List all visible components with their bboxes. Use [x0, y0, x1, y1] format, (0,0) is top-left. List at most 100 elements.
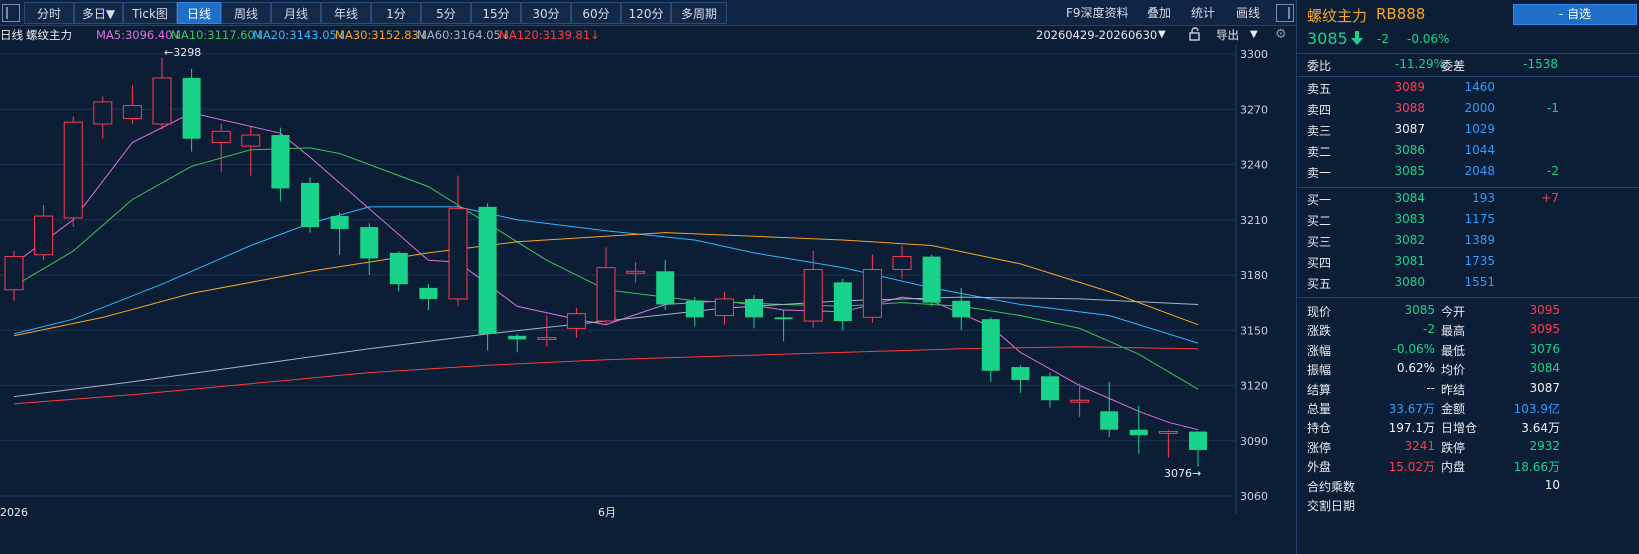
- bid-row-price: 3082: [1394, 233, 1425, 247]
- bid-row-label: 买一: [1307, 193, 1332, 207]
- date-range-select[interactable]: 20260429-20260630: [1036, 26, 1157, 44]
- bid-row-price: 3084: [1394, 191, 1425, 205]
- multiplier-value: 10: [1544, 478, 1560, 492]
- candle: [626, 262, 646, 283]
- stat-label: 涨跌: [1307, 324, 1332, 339]
- period-tab-9[interactable]: 15分: [471, 2, 521, 24]
- kline-chart[interactable]: 3300 3270 3240 3210 3180 3150 3120 3090 3060 202…: [0, 44, 1296, 554]
- candle: [1158, 429, 1178, 458]
- stat-value: 3084: [1529, 361, 1560, 376]
- quote-panel: 螺纹主力 RB888 - 自选 3085 -2 -0.06% 委比 -11.29…: [1296, 0, 1639, 554]
- caret-down-icon[interactable]: ▼: [1158, 26, 1166, 44]
- ask-row-price: 3089: [1394, 80, 1425, 94]
- stat-value: --: [1426, 380, 1435, 395]
- y-tick-label: 3240: [1240, 159, 1268, 172]
- period-tab-8[interactable]: 5分: [421, 2, 471, 24]
- collapse-right-icon[interactable]: [1276, 4, 1294, 22]
- candle-body: [508, 335, 527, 340]
- period-tab-3[interactable]: 日线: [177, 2, 221, 24]
- candle: [596, 247, 616, 325]
- ask-row-volume: 2048: [1464, 164, 1495, 178]
- stat-label: 均价: [1441, 363, 1466, 378]
- candle: [922, 254, 941, 307]
- candle: [833, 278, 852, 331]
- contract-code: RB888: [1376, 5, 1426, 23]
- candle-body: [4, 256, 24, 291]
- watchlist-button[interactable]: - 自选: [1513, 4, 1637, 25]
- price-axis: 3300 3270 3240 3210 3180 3150 3120 3090 3060: [1240, 48, 1268, 503]
- price-change-pct: -0.06%: [1407, 32, 1450, 46]
- bid-row-label: 买三: [1307, 235, 1332, 249]
- candle: [63, 116, 83, 228]
- ask-row-label: 卖五: [1307, 82, 1332, 96]
- period-tab-11[interactable]: 60分: [571, 2, 621, 24]
- period-tab-10[interactable]: 30分: [521, 2, 571, 24]
- stats-button[interactable]: 统计: [1191, 2, 1215, 24]
- candle: [656, 260, 675, 310]
- candle: [34, 205, 54, 261]
- candle-body: [1041, 376, 1059, 401]
- candle-body: [922, 256, 941, 303]
- gear-icon[interactable]: ⚙: [1275, 26, 1287, 44]
- period-tab-4[interactable]: 周线: [221, 2, 271, 24]
- low-marker: 3076→: [1164, 467, 1201, 480]
- bid-row-volume: 1175: [1464, 212, 1495, 226]
- candle: [1011, 365, 1030, 393]
- collapse-left-icon[interactable]: [2, 4, 20, 22]
- stat-label: 涨幅: [1307, 343, 1332, 358]
- stat-label: 总量: [1307, 402, 1332, 416]
- overlay-button[interactable]: 叠加: [1147, 2, 1171, 24]
- multiplier-label: 合约乘数: [1307, 480, 1356, 494]
- candle: [330, 212, 349, 255]
- stat-label: 振幅: [1307, 363, 1332, 378]
- bid-row-price: 3081: [1394, 254, 1425, 268]
- export-button[interactable]: 导出: [1216, 26, 1239, 44]
- candle: [448, 175, 468, 307]
- candle: [1041, 372, 1059, 408]
- period-tab-1[interactable]: 多日▼: [74, 2, 123, 24]
- candle-body: [1100, 411, 1119, 430]
- last-price: 3085: [1307, 29, 1348, 48]
- date-axis: 2026 6月: [0, 506, 616, 519]
- high-marker: ←3298: [164, 46, 201, 59]
- candle: [1129, 405, 1148, 454]
- bid-row-volume: 1551: [1464, 275, 1495, 289]
- draw-line-button[interactable]: 画线: [1236, 2, 1260, 24]
- ask-row-volume: 2000: [1464, 101, 1495, 115]
- ask-row-label: 卖四: [1307, 103, 1332, 117]
- ask-row-delta: -1: [1547, 101, 1559, 115]
- candle-body: [745, 298, 763, 318]
- ma30-label: MA30:3152.83↓: [335, 28, 429, 42]
- stat-value: 0.62%: [1396, 361, 1435, 376]
- candle: [122, 85, 142, 124]
- f9-depth-button[interactable]: F9深度资料: [1066, 2, 1129, 24]
- stat-label: 外盘: [1307, 460, 1332, 475]
- candle: [419, 284, 438, 310]
- stat-value: 3076: [1529, 341, 1560, 356]
- period-tab-12[interactable]: 120分: [621, 2, 671, 24]
- ask-row-price: 3086: [1394, 143, 1425, 157]
- ask-row-delta: -2: [1547, 164, 1559, 178]
- candle: [862, 254, 882, 323]
- candle-body: [862, 268, 882, 318]
- candle: [892, 245, 912, 279]
- candle-body: [566, 313, 586, 329]
- candle: [4, 251, 24, 301]
- period-tab-6[interactable]: 年线: [321, 2, 371, 24]
- stat-value: 197.1万: [1388, 421, 1435, 436]
- period-tab-0[interactable]: 分时: [24, 2, 74, 24]
- period-tab-7[interactable]: 1分: [371, 2, 421, 24]
- candle: [271, 127, 290, 202]
- export-caret-icon[interactable]: ▼: [1250, 26, 1258, 44]
- stat-value: 2932: [1529, 438, 1560, 453]
- bid-row-volume: 1389: [1464, 233, 1495, 247]
- period-tab-5[interactable]: 月线: [271, 2, 321, 24]
- candle-body: [211, 130, 231, 143]
- bid-row-price: 3083: [1394, 212, 1425, 226]
- candle-body: [714, 298, 734, 317]
- candle-body: [93, 101, 113, 125]
- period-tab-13[interactable]: 多周期: [671, 2, 727, 24]
- y-tick-label: 3180: [1240, 269, 1268, 282]
- stat-label: 最低: [1441, 343, 1466, 358]
- period-tab-2[interactable]: Tick图: [123, 2, 177, 24]
